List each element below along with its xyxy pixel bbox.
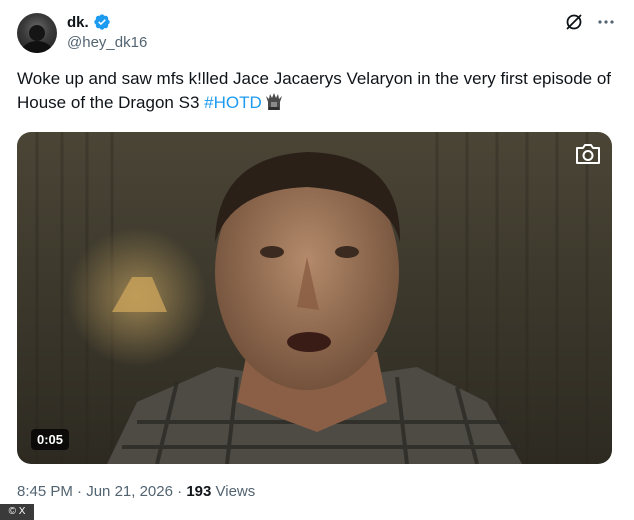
video-frame <box>35 132 589 464</box>
views-label: Views <box>211 483 256 500</box>
tweet-text: Woke up and saw mfs k!lled Jace Jacaerys… <box>17 67 617 118</box>
tweet-date[interactable]: Jun 21, 2026 <box>86 483 173 500</box>
display-name[interactable]: dk. <box>67 14 89 31</box>
more-icon[interactable] <box>596 12 616 32</box>
meta-separator: · <box>172 483 187 500</box>
iron-throne-icon <box>265 93 283 118</box>
views-count: 193 <box>186 483 212 500</box>
tweet-body: Woke up and saw mfs k!lled Jace Jacaerys… <box>17 69 612 112</box>
hashtag-link[interactable]: #HOTD <box>204 93 262 112</box>
avatar[interactable] <box>17 13 57 53</box>
handle[interactable]: @hey_dk16 <box>67 34 147 51</box>
tweet-meta: 8:45 PM · Jun 21, 2026 · 193 Views <box>17 483 255 500</box>
avatar-image <box>21 25 53 53</box>
camera-icon[interactable] <box>574 142 602 171</box>
tweet-time[interactable]: 8:45 PM <box>17 483 73 500</box>
watermark: © X <box>0 504 34 520</box>
grok-icon[interactable] <box>564 12 584 32</box>
video-player[interactable]: 0:05 <box>17 132 612 464</box>
video-duration: 0:05 <box>31 429 70 450</box>
meta-separator: · <box>72 483 87 500</box>
verified-badge-icon <box>93 13 111 31</box>
